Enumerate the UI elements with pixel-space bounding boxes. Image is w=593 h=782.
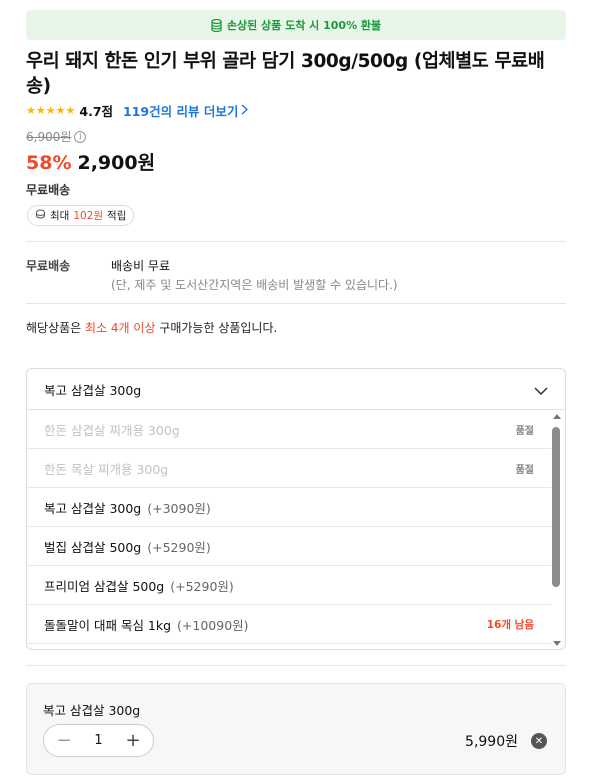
scrollbar[interactable]	[552, 414, 561, 646]
star-icon: ★	[26, 103, 36, 117]
quantity-stepper: − 1 +	[43, 724, 154, 757]
star-icon: ★	[35, 103, 46, 117]
scroll-up-arrow-icon[interactable]	[553, 414, 561, 419]
stock-left-tag: 16개 남음	[486, 618, 534, 631]
points-badge: 최대 102원 적립	[27, 205, 135, 226]
original-price-row: 6,900원 i	[26, 128, 87, 145]
option-extra-price: (+3090원)	[147, 500, 211, 516]
scroll-thumb[interactable]	[552, 427, 560, 587]
option-name: 프리미엄 삼겹살 500g	[44, 578, 165, 594]
option-name: 복고 삼겹살 300g	[44, 500, 142, 516]
price-row: 58% 2,900원	[26, 148, 155, 175]
shipping-section-label: 무료배송	[26, 259, 71, 273]
soldout-tag: 품절	[515, 425, 534, 437]
free-shipping-label: 무료배송	[26, 183, 71, 197]
min-qty-suffix: 구매가능한 상품입니다.	[155, 321, 278, 335]
option-label: 복고 삼겹살 300g (+3090원)	[44, 498, 211, 517]
info-icon[interactable]: i	[74, 130, 87, 143]
option-label: 프리미엄 삼겹살 500g (+5290원)	[44, 576, 234, 595]
review-more-label: 119건의 리뷰 더보기	[123, 103, 239, 119]
option-item: 한돈 목살 찌개용 300g 품절	[27, 449, 551, 488]
quantity-value[interactable]: 1	[94, 733, 102, 748]
refund-banner: 손상된 상품 도착 시 100% 환불	[26, 10, 566, 40]
option-name: 돌돌말이 대패 목심 1kg	[44, 617, 172, 633]
divider	[26, 665, 566, 666]
star-icon: ★	[45, 103, 56, 117]
quantity-plus-button[interactable]: +	[125, 731, 141, 750]
shipping-fee: 배송비 무료	[111, 259, 171, 273]
option-name: 한돈 목살 찌개용 300g	[44, 461, 169, 477]
option-select-header[interactable]: 복고 삼겹살 300g	[27, 369, 565, 410]
option-extra-price: (+10090원)	[177, 617, 249, 633]
star-rating: ★ ★ ★ ★ ★	[26, 105, 75, 116]
sale-price: 2,900원	[77, 152, 156, 174]
points-amount: 102원	[73, 210, 104, 222]
minimum-quantity-notice: 해당상품은 최소 4개 이상 구매가능한 상품입니다.	[26, 319, 277, 336]
selected-option-price: 5,990원	[465, 734, 518, 750]
original-price: 6,900원	[26, 130, 72, 144]
option-label: 벌집 삼겹살 500g (+5290원)	[44, 537, 211, 556]
option-name: 한돈 삼겹살 찌개용 300g	[44, 422, 180, 438]
points-suffix: 적립	[107, 210, 127, 222]
chevron-up-icon	[534, 380, 548, 399]
option-item[interactable]: 돌돌말이 대패 목심 1kg (+10090원) 16개 남음	[27, 605, 551, 644]
star-icon: ★	[55, 103, 66, 117]
review-more-link[interactable]: 119건의 리뷰 더보기	[123, 101, 249, 120]
soldout-tag: 품절	[515, 464, 534, 476]
min-qty-prefix: 해당상품은	[26, 321, 86, 335]
selected-option-name: 복고 삼겹살 300g	[43, 703, 141, 718]
option-dropdown: 복고 삼겹살 300g 한돈 삼겹살 찌개용 300g 품절 한돈 목살 찌개용…	[26, 368, 566, 650]
option-item: 한돈 삼겹살 찌개용 300g 품절	[27, 410, 551, 449]
remove-option-close-icon[interactable]: ✕	[531, 733, 547, 749]
star-icon: ★	[65, 103, 76, 117]
option-selected-value: 복고 삼겹살 300g	[44, 382, 142, 398]
divider	[26, 241, 566, 242]
coin-icon	[35, 209, 46, 222]
selected-option-card: 복고 삼겹살 300g − 1 + 5,990원 ✕	[26, 683, 566, 775]
option-label: 돌돌말이 대패 목심 1kg (+10090원)	[44, 615, 249, 634]
discount-rate: 58%	[26, 152, 72, 174]
coin-stack-icon	[211, 18, 222, 32]
shipping-note: (단, 제주 및 도서산간지역은 배송비 발생할 수 있습니다.)	[111, 278, 398, 292]
option-extra-price: (+5290원)	[170, 578, 234, 594]
refund-banner-text: 손상된 상품 도착 시 100% 환불	[226, 19, 382, 32]
option-item[interactable]: 벌집 삼겹살 500g (+5290원)	[27, 527, 551, 566]
rating-row: ★ ★ ★ ★ ★ 4.7점 119건의 리뷰 더보기	[26, 101, 249, 120]
chevron-right-icon	[241, 103, 249, 118]
quantity-minus-button[interactable]: −	[56, 731, 72, 750]
product-title: 우리 돼지 한돈 인기 부위 골라 담기 300g/500g (업체별도 무료배…	[26, 51, 545, 97]
option-item[interactable]: 프리미엄 삼겹살 500g (+5290원)	[27, 566, 551, 605]
option-list: 한돈 삼겹살 찌개용 300g 품절 한돈 목살 찌개용 300g 품절 복고 …	[27, 410, 551, 644]
min-qty-highlight: 최소 4개 이상	[85, 321, 156, 335]
option-item[interactable]: 복고 삼겹살 300g (+3090원)	[27, 488, 551, 527]
rating-score: 4.7점	[79, 103, 114, 119]
option-extra-price: (+5290원)	[147, 539, 211, 555]
option-name: 벌집 삼겹살 500g	[44, 539, 142, 555]
points-prefix: 최대	[50, 210, 70, 222]
scroll-down-arrow-icon[interactable]	[553, 641, 561, 646]
divider	[26, 303, 566, 304]
